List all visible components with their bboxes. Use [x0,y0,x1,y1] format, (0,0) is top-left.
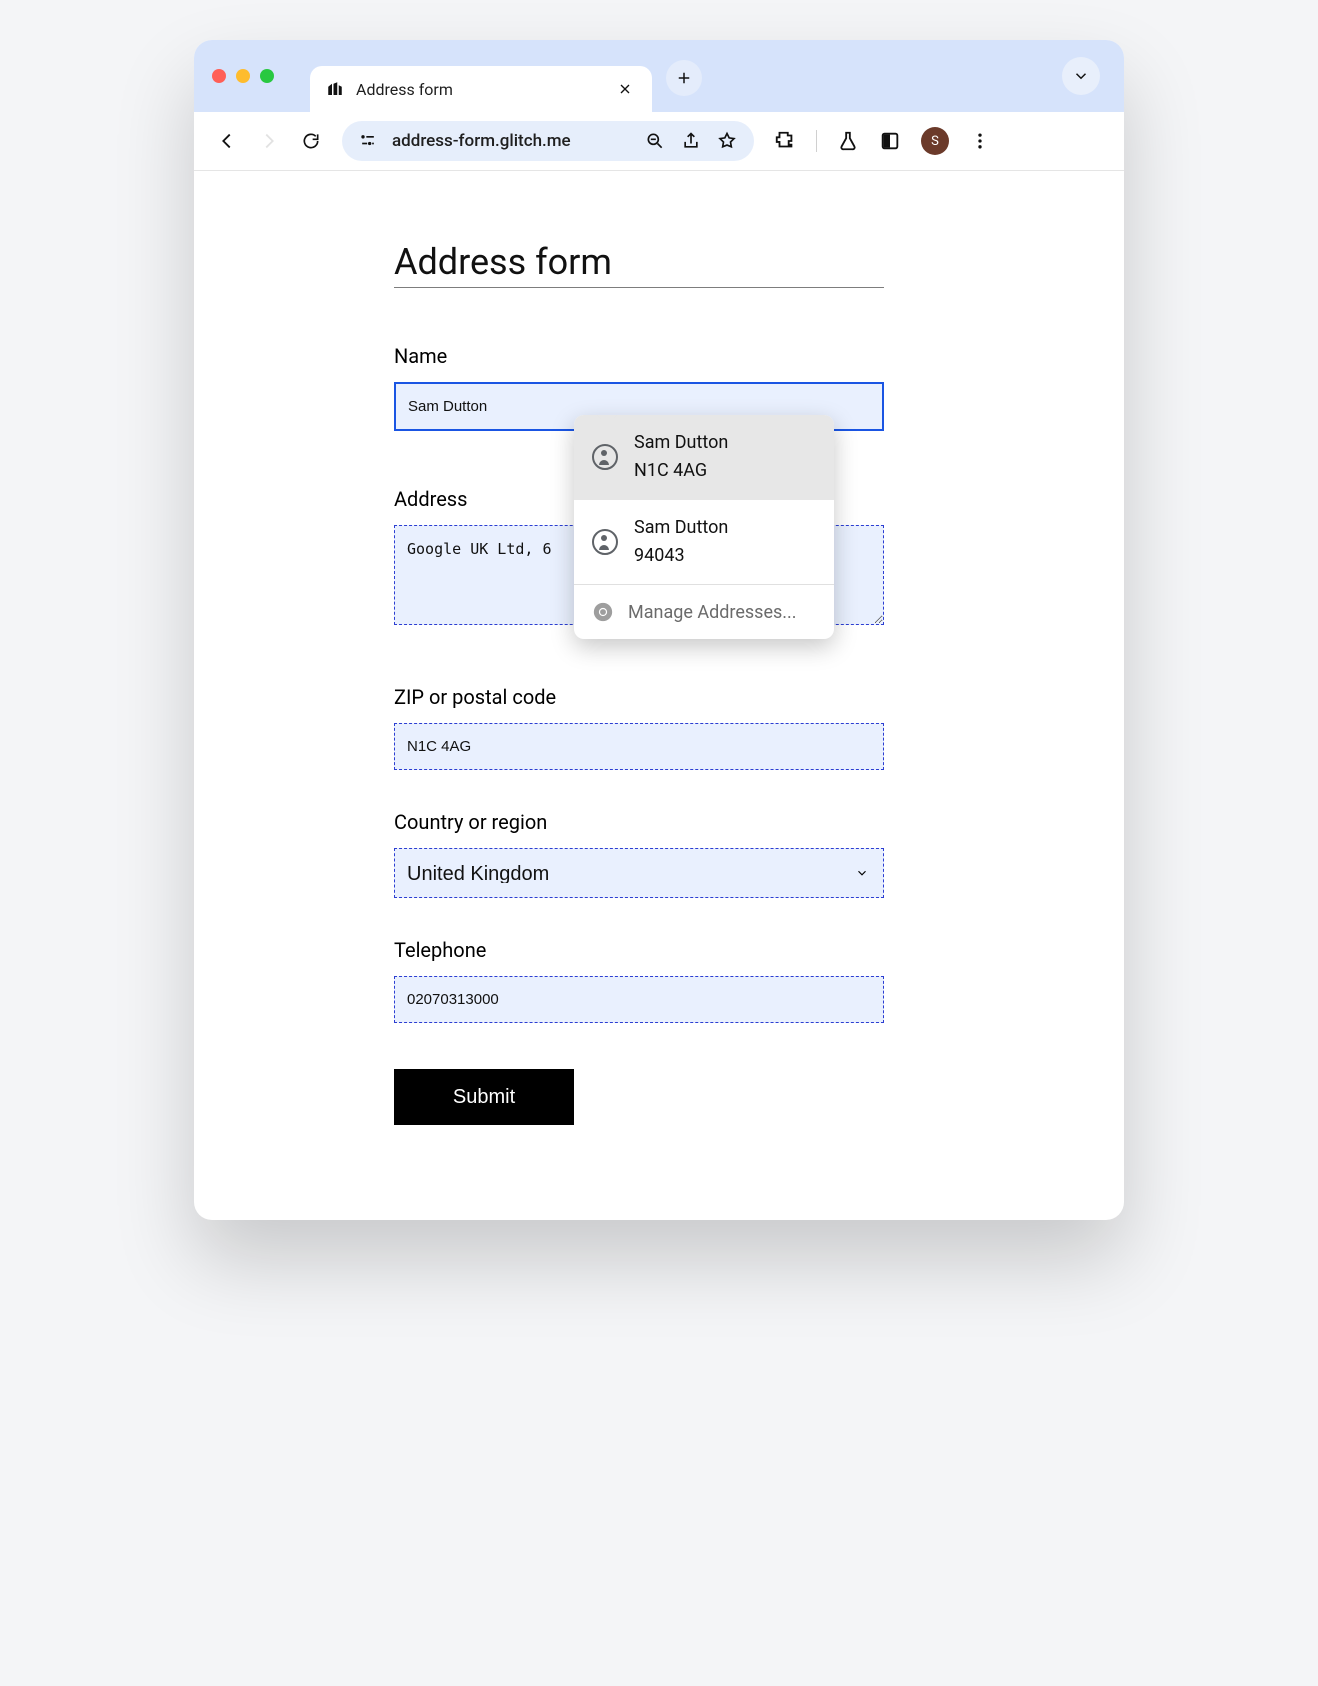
minimize-window-button[interactable] [236,69,250,83]
bookmark-star-icon[interactable] [716,130,738,152]
nav-back-button[interactable] [216,130,238,152]
submit-button[interactable]: Submit [394,1069,574,1125]
telephone-input[interactable] [394,976,884,1023]
window-controls [212,69,274,83]
reading-list-icon[interactable] [879,130,901,152]
menu-kebab-icon[interactable] [969,130,991,152]
site-settings-icon[interactable] [358,131,378,151]
tab-title: Address form [356,80,453,99]
chrome-icon [592,601,614,623]
extensions-icon[interactable] [774,130,796,152]
share-icon[interactable] [680,130,702,152]
autofill-item[interactable]: Sam Dutton 94043 [574,500,834,585]
manage-addresses-label: Manage Addresses... [628,602,797,623]
address-bar[interactable]: address-form.glitch.me [342,121,754,161]
person-icon [592,444,618,470]
autofill-item[interactable]: Sam Dutton N1C 4AG [574,415,834,500]
autofill-item-subtitle: 94043 [634,544,728,568]
url-text: address-form.glitch.me [392,131,571,151]
autofill-popup: Sam Dutton N1C 4AG Sam Dutton 94043 [574,415,834,639]
person-icon [592,529,618,555]
country-label: Country or region [394,810,884,834]
tab-strip: Address form [194,40,1124,112]
autofill-item-title: Sam Dutton [634,516,728,540]
zoom-window-button[interactable] [260,69,274,83]
manage-addresses-button[interactable]: Manage Addresses... [574,585,834,639]
zoom-icon[interactable] [644,130,666,152]
postal-label: ZIP or postal code [394,685,884,709]
page-title: Address form [394,241,884,288]
favicon-icon [326,80,344,98]
country-select[interactable]: United Kingdom [394,848,884,898]
telephone-label: Telephone [394,938,884,962]
toolbar-separator [816,130,817,152]
autofill-item-title: Sam Dutton [634,431,728,455]
page-content: Address form Name Address Google UK Ltd,… [194,171,1124,1125]
tab-address-form[interactable]: Address form [310,66,652,112]
name-label: Name [394,344,884,368]
address-form: Address form Name Address Google UK Ltd,… [394,241,884,1125]
nav-forward-button[interactable] [258,130,280,152]
profile-avatar[interactable]: S [921,127,949,155]
toolbar: address-form.glitch.me [194,112,1124,171]
reload-button[interactable] [300,130,322,152]
labs-icon[interactable] [837,130,859,152]
browser-window: Address form [194,40,1124,1220]
autofill-item-subtitle: N1C 4AG [634,459,728,483]
new-tab-button[interactable] [666,60,702,96]
postal-input[interactable] [394,723,884,770]
tabs-chevron-button[interactable] [1062,57,1100,95]
close-tab-icon[interactable] [614,78,636,100]
close-window-button[interactable] [212,69,226,83]
